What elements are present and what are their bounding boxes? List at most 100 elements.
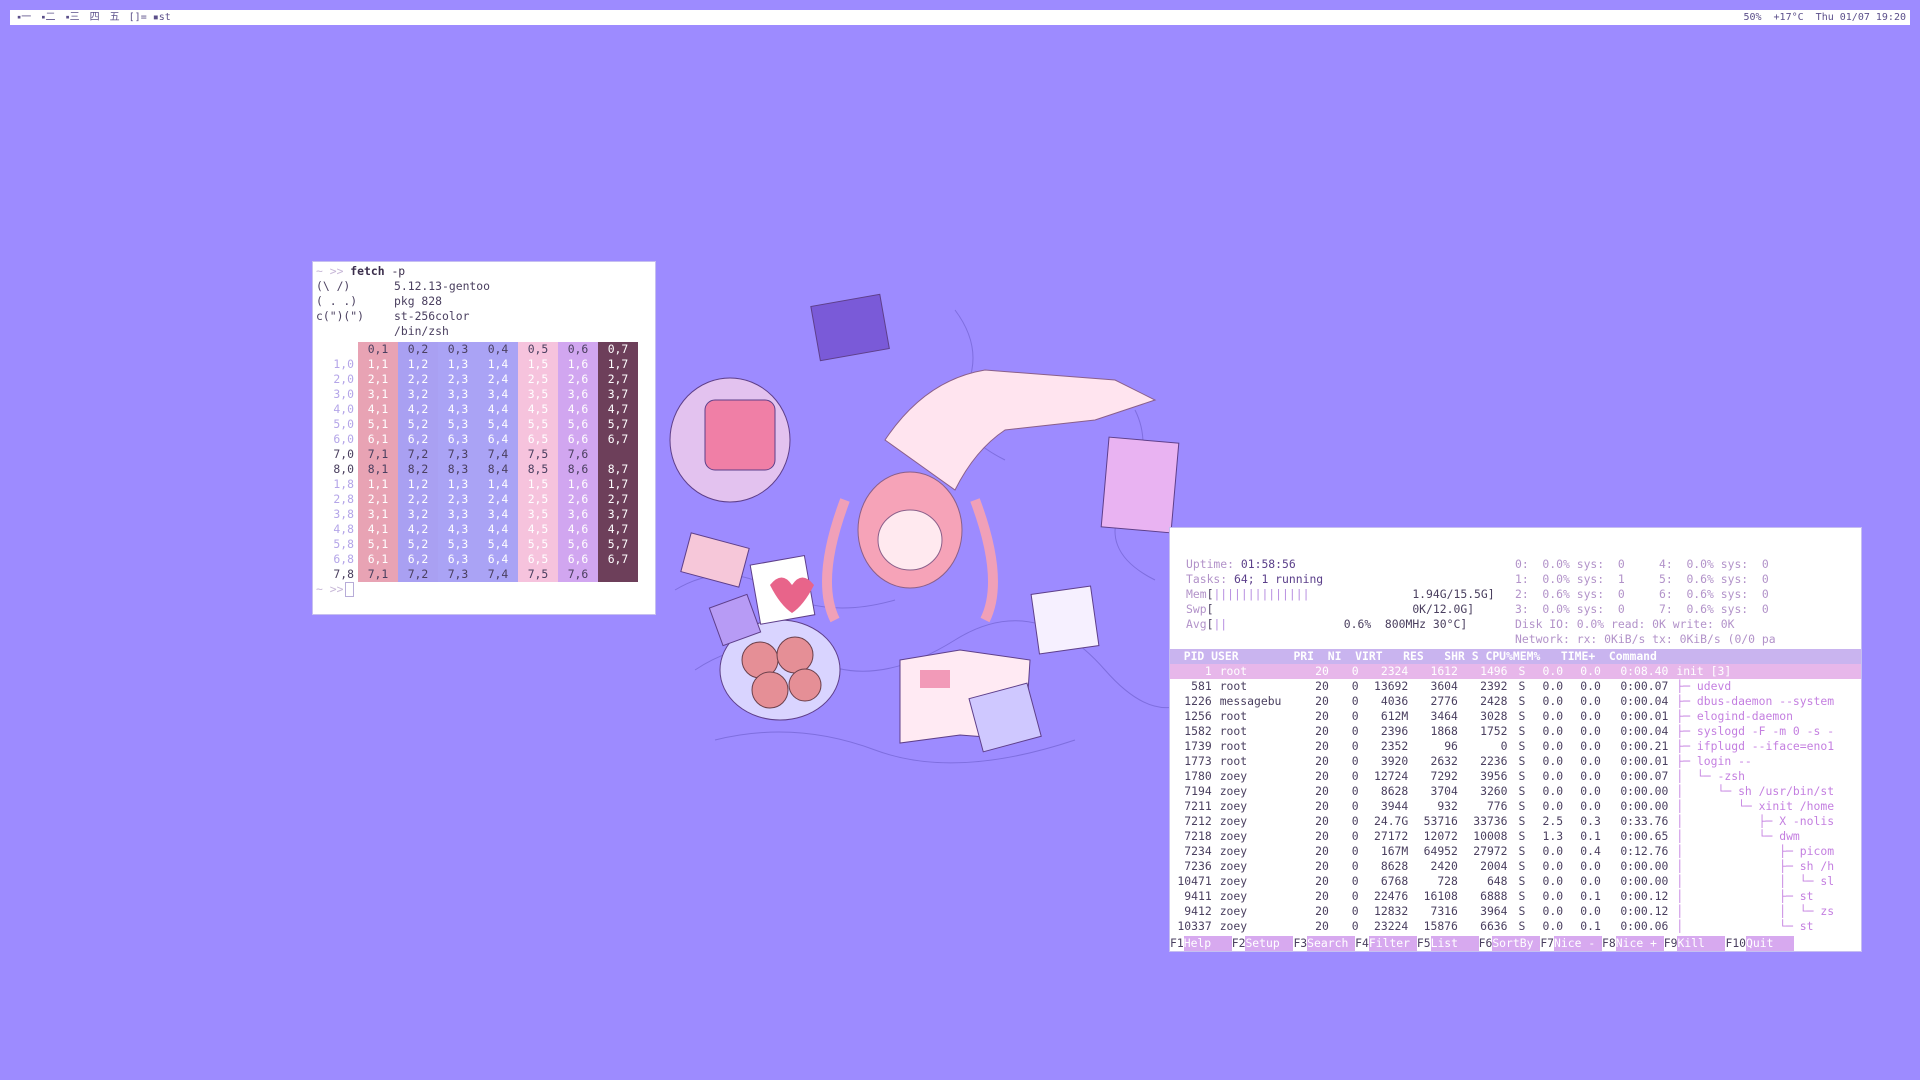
process-mem: 0.0 — [1580, 679, 1601, 693]
process-row[interactable]: 7194 zoey 20 0 8628 3704 3260 S 0.0 0.0 0:00.00 │ └… — [1170, 784, 1861, 799]
process-row[interactable]: 7211 zoey 20 0 3944 932 776 S 0.0 0.0 0:00.00 │ └─ … — [1170, 799, 1861, 814]
color-grid-cell: 7,4 — [478, 447, 518, 462]
process-row[interactable]: 7234 zoey 20 0 167M 64952 27972 S 0.0 0.4 0:12.76 │… — [1170, 844, 1861, 859]
color-grid-cell: 1,8 — [333, 477, 354, 491]
process-res: 1612 — [1430, 664, 1458, 678]
process-cpu: 0.0 — [1542, 769, 1564, 783]
fkey-label: Nice - — [1554, 936, 1603, 951]
process-mem: 0.4 — [1580, 844, 1601, 858]
process-row[interactable]: 1773 root 20 0 3920 2632 2236 S 0.0 0.0 0:00.01 ├─ … — [1170, 754, 1861, 769]
process-ni: 0 — [1351, 724, 1359, 738]
color-grid-cell: 7,6 — [558, 567, 598, 582]
process-row[interactable]: 1739 root 20 0 2352 96 0 S 0.0 0.0 0:00.21 ├─ ifplu… — [1170, 739, 1861, 754]
color-grid-cell: 5,4 — [478, 417, 518, 432]
process-row[interactable]: 1 root 20 0 2324 1612 1496 S 0.0 0.0 0:08.40 init [… — [1170, 664, 1861, 679]
color-grid-cell: 6,2 — [398, 552, 438, 567]
fkey-setup[interactable]: F2 Setup — [1232, 936, 1294, 951]
process-s: S — [1518, 664, 1526, 678]
color-grid-cell: 4,1 — [358, 522, 398, 537]
color-grid-cell: 8,4 — [478, 462, 518, 477]
cursor — [345, 582, 355, 597]
process-row[interactable]: 1780 zoey 20 0 12724 7292 3956 S 0.0 0.0 0:00.07 │ … — [1170, 769, 1861, 784]
color-grid-cell: 7,6 — [558, 447, 598, 462]
process-pri: 20 — [1315, 844, 1329, 858]
color-grid-cell: 7,2 — [398, 567, 438, 582]
process-user: zoey — [1219, 904, 1248, 918]
process-shr: 3964 — [1480, 904, 1508, 918]
color-grid-cell: 5,1 — [358, 537, 398, 552]
fetch-terminal[interactable]: ~ >> fetch -p (\ /) 5.12.13-gentoo ( . .)… — [312, 261, 656, 615]
color-grid-cell: 6,5 — [518, 432, 558, 447]
tag-3[interactable]: ▪三 — [60, 10, 84, 25]
process-res: 15876 — [1423, 919, 1458, 933]
fkey-help[interactable]: F1 Help — [1170, 936, 1232, 951]
process-row[interactable]: 9412 zoey 20 0 12832 7316 3964 S 0.0 0.0 0:00.12 │ … — [1170, 904, 1861, 919]
process-cmd: ├─ udevd — [1676, 679, 1732, 693]
fkey-sortby[interactable]: F6 SortBy — [1479, 936, 1541, 951]
process-time: 0:00.07 — [1620, 679, 1669, 693]
process-time: 0:33.76 — [1620, 814, 1669, 828]
process-pri: 20 — [1315, 769, 1329, 783]
process-time: 0:00.06 — [1620, 919, 1669, 933]
fkey-key: F9 — [1663, 936, 1678, 950]
process-row[interactable]: 7218 zoey 20 0 27172 12072 10008 S 1.3 0.1 0:00.65… — [1170, 829, 1861, 844]
fkey-kill[interactable]: F9 Kill — [1664, 936, 1726, 951]
layout-symbol[interactable]: []= — [125, 10, 151, 25]
color-grid-row: 8,0 8,1 8,2 8,3 8,4 8,5 8,6 8,7 — [316, 462, 650, 477]
process-row[interactable]: 7212 zoey 20 0 24.7G 53716 33736 S 2.5 0.3 0:33.76… — [1170, 814, 1861, 829]
process-row[interactable]: 10471 zoey 20 0 6768 728 648 S 0.0 0.0 0:00.00 │ │ … — [1170, 874, 1861, 889]
top-bar: ▪一 ▪二 ▪三 四 五 []= ▪st 50% +17°C Thu 01/07… — [10, 10, 1910, 25]
fkey-nice[interactable]: F8 Nice + — [1602, 936, 1664, 951]
process-user: zoey — [1219, 829, 1248, 843]
color-grid-cell: 3,7 — [598, 387, 638, 402]
process-cpu: 2.5 — [1542, 814, 1564, 828]
color-grid-cell: 4,6 — [558, 402, 598, 417]
process-res: 7316 — [1430, 904, 1458, 918]
process-mem: 0.3 — [1580, 814, 1601, 828]
process-user: zoey — [1219, 889, 1248, 903]
process-row[interactable]: 581 root 20 0 13692 3604 2392 S 0.0 0.0 0:00.07 ├─ … — [1170, 679, 1861, 694]
fkey-list[interactable]: F5 List — [1417, 936, 1479, 951]
color-grid-cell: 3,1 — [358, 507, 398, 522]
tag-1[interactable]: ▪一 — [12, 10, 36, 25]
process-cmd: ├─ ifplugd --iface=eno1 — [1676, 739, 1835, 753]
process-pid: 1226 — [1184, 694, 1212, 708]
process-row[interactable]: 1256 root 20 0 612M 3464 3028 S 0.0 0.0 0:00.01 ├─ … — [1170, 709, 1861, 724]
process-time: 0:00.12 — [1620, 889, 1669, 903]
process-time: 0:00.04 — [1620, 724, 1669, 738]
process-s: S — [1518, 769, 1526, 783]
process-ni: 0 — [1351, 664, 1359, 678]
process-table-header[interactable]: PID USER PRI NI VIRT RES SHR S CPU%MEM% … — [1170, 649, 1861, 664]
fkey-nice[interactable]: F7 Nice - — [1540, 936, 1603, 951]
color-grid-cell: 7,1 — [358, 447, 398, 462]
color-grid-cell — [316, 342, 358, 357]
process-row[interactable]: 1226 messagebu 20 0 4036 2776 2428 S 0.0 0.0 0:00.… — [1170, 694, 1861, 709]
process-user: root — [1219, 664, 1248, 678]
process-cpu: 0.0 — [1542, 694, 1564, 708]
process-pri: 20 — [1315, 889, 1329, 903]
process-cmd: │ ├─ st — [1676, 889, 1814, 903]
color-grid-cell: 2,6 — [558, 372, 598, 387]
tag-2[interactable]: ▪二 — [36, 10, 60, 25]
fkey-filter[interactable]: F4 Filter — [1355, 936, 1417, 951]
color-grid-cell: 3,4 — [478, 507, 518, 522]
process-row[interactable]: 9411 zoey 20 0 22476 16108 6888 S 0.0 0.1 0:00.12 │… — [1170, 889, 1861, 904]
process-mem: 0.0 — [1580, 724, 1601, 738]
tag-5[interactable]: 五 — [105, 10, 125, 25]
process-s: S — [1518, 739, 1526, 753]
process-shr: 2004 — [1480, 859, 1508, 873]
fetch-info-line: ( . .) pkg 828 — [316, 294, 443, 308]
htop-terminal[interactable]: Uptime: 01:58:56 Tasks: 64; 1 running Mem[… — [1169, 527, 1862, 952]
process-s: S — [1518, 829, 1526, 843]
color-grid-cell: 3,2 — [398, 387, 438, 402]
process-row[interactable]: 1582 root 20 0 2396 1868 1752 S 0.0 0.0 0:00.04 ├─ … — [1170, 724, 1861, 739]
fkey-quit[interactable]: F10 Quit — [1725, 936, 1795, 951]
fkey-search[interactable]: F3 Search — [1293, 936, 1356, 951]
process-row[interactable]: 7236 zoey 20 0 8628 2420 2004 S 0.0 0.0 0:00.00 │ ├… — [1170, 859, 1861, 874]
color-grid-cell: 3,7 — [598, 507, 638, 522]
color-grid-cell: 0,7 — [598, 342, 638, 357]
color-grid-cell: 2,5 — [518, 492, 558, 507]
process-row[interactable]: 10337 zoey 20 0 23224 15876 6636 S 0.0 0.1 0:00.06… — [1170, 919, 1861, 934]
color-grid-cell: 2,8 — [333, 492, 354, 506]
tag-4[interactable]: 四 — [85, 10, 105, 25]
